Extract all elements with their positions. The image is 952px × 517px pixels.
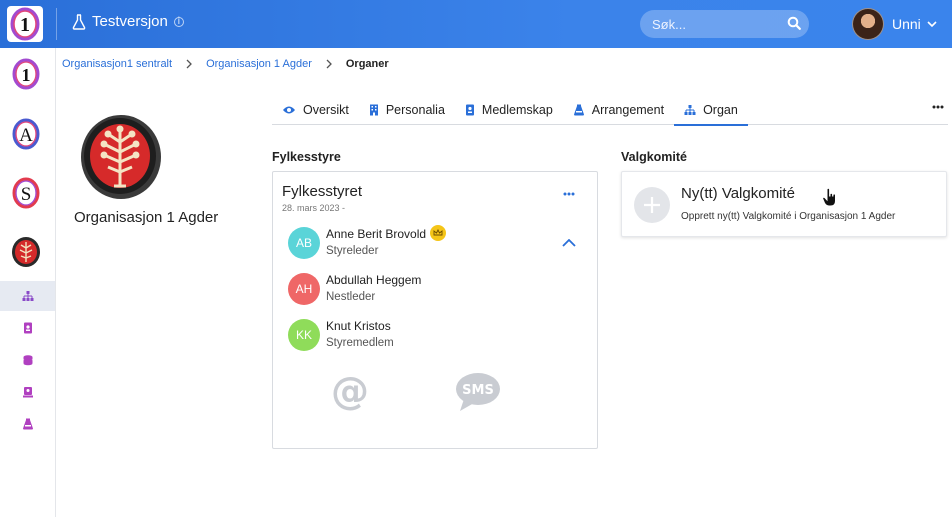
email-icon[interactable]: @ [330, 372, 370, 412]
tab-label: Arrangement [591, 103, 665, 117]
s-logo-icon: S [12, 177, 40, 209]
breadcrumb-link-sentralt[interactable]: Organisasjon1 sentralt [62, 58, 172, 70]
svg-text:1: 1 [20, 14, 30, 36]
member-name: Anne Berit Brovold [326, 227, 427, 241]
coins-icon [23, 355, 32, 366]
member-avatar: KK [288, 319, 320, 351]
avatar [852, 8, 884, 40]
id-badge-icon [22, 387, 33, 398]
sidebar-item-membership[interactable] [0, 377, 55, 407]
member-row[interactable]: KK Knut Kristos Styremedlem [288, 317, 588, 357]
a-logo-icon: A [12, 118, 40, 150]
fylkesstyret-card: Fylkesstyret 28. mars 2023 - AB Anne Ber… [272, 171, 598, 449]
org-name: Organisasjon 1 Agder [74, 209, 219, 226]
breadcrumb-link-agder[interactable]: Organisasjon 1 Agder [206, 58, 312, 70]
more-options-icon[interactable] [932, 105, 944, 109]
flask-icon [72, 13, 86, 30]
event-icon [22, 418, 33, 430]
sidebar-item-economy[interactable] [0, 345, 55, 375]
environment-name: Testversjon [92, 13, 168, 30]
member-role: Nestleder [326, 291, 376, 303]
person-card-icon [23, 322, 32, 334]
sidebar-item-person[interactable] [0, 313, 55, 343]
sidebar-org-a[interactable]: A [10, 118, 42, 150]
search-icon[interactable] [787, 16, 801, 30]
search-box[interactable] [640, 10, 809, 38]
eye-icon [283, 106, 295, 114]
user-name: Unni [892, 16, 921, 32]
sms-icon[interactable]: SMS [455, 371, 501, 413]
member-name: Knut Kristos [326, 319, 391, 333]
org-emblem-icon [81, 115, 161, 199]
tab-label: Oversikt [303, 103, 349, 117]
event-icon [573, 104, 584, 116]
member-row[interactable]: AH Abdullah Heggem Nestleder [288, 271, 588, 311]
sidebar-item-organ[interactable] [0, 281, 55, 311]
plus-icon [634, 187, 670, 223]
top-separator [56, 8, 57, 40]
tab-label: Medlemskap [481, 103, 553, 117]
member-role: Styremedlem [326, 337, 394, 349]
card-date: 28. mars 2023 - [282, 203, 346, 213]
svg-text:S: S [21, 184, 32, 205]
tab-arrangement[interactable]: Arrangement [563, 96, 674, 125]
tab-label: Organ [703, 103, 738, 117]
new-valgkomite-subtitle: Opprett ny(tt) Valgkomité i Organisasjon… [681, 211, 896, 222]
building-icon [369, 104, 378, 116]
new-valgkomite-title: Ny(tt) Valgkomité [681, 185, 795, 202]
section-title-fylkesstyre: Fylkesstyre [272, 150, 341, 164]
sidebar-item-events[interactable] [0, 409, 55, 439]
organisasjon1-logo-icon: 1 [12, 58, 40, 90]
agder-emblem-icon [12, 237, 40, 267]
svg-text:1: 1 [22, 65, 31, 85]
member-avatar: AB [288, 227, 320, 259]
crown-icon [430, 225, 446, 241]
tab-label: Personalia [385, 103, 445, 117]
environment-label: Testversjon i [72, 13, 184, 30]
tab-organ[interactable]: Organ [674, 96, 748, 126]
tab-personalia[interactable]: Personalia [359, 96, 455, 125]
more-options-icon[interactable] [563, 192, 575, 196]
breadcrumb-current: Organer [345, 58, 389, 70]
member-role: Styreleder [326, 245, 379, 257]
tab-bar: Oversikt Personalia Medlemskap Arrangeme… [272, 96, 948, 126]
user-menu[interactable]: Unni [852, 8, 937, 40]
tab-oversikt[interactable]: Oversikt [272, 96, 359, 125]
breadcrumb: Organisasjon1 sentralt Organisasjon 1 Ag… [62, 58, 389, 70]
sidebar-org-agder[interactable] [10, 236, 42, 268]
sidebar-org-organisasjon1[interactable]: 1 [10, 58, 42, 90]
member-row[interactable]: AB Anne Berit Brovold Styreleder [288, 225, 588, 265]
member-card-icon [465, 104, 474, 116]
chevron-right-icon [326, 59, 332, 69]
chevron-down-icon [927, 21, 937, 28]
chevron-up-icon[interactable] [562, 239, 576, 247]
new-valgkomite-card[interactable]: Ny(tt) Valgkomité Opprett ny(tt) Valgkom… [621, 171, 947, 237]
member-name: Abdullah Heggem [326, 273, 422, 287]
sms-label: SMS [462, 383, 494, 398]
svg-text:A: A [19, 125, 33, 146]
member-avatar: AH [288, 273, 320, 305]
card-title: Fylkesstyret [282, 183, 363, 200]
hand-cursor-icon [822, 188, 836, 207]
tab-medlemskap[interactable]: Medlemskap [455, 96, 563, 125]
top-bar: 1 Testversjon i Unni [0, 0, 952, 48]
organization-icon [684, 104, 696, 115]
app-logo-icon: 1 [10, 7, 40, 41]
svg-text:@: @ [331, 372, 369, 412]
sidebar: 1 A S [0, 48, 56, 517]
sidebar-org-s[interactable]: S [10, 177, 42, 209]
chevron-right-icon [186, 59, 192, 69]
section-title-valgkomite: Valgkomité [621, 150, 687, 164]
info-icon[interactable]: i [173, 16, 184, 27]
app-logo[interactable]: 1 [7, 6, 43, 42]
organization-icon [22, 290, 33, 301]
search-input[interactable] [652, 16, 782, 32]
